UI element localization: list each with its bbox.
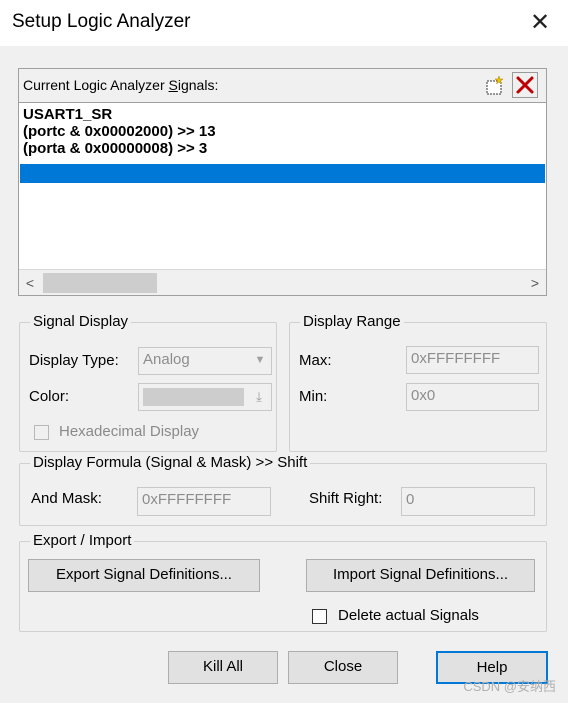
- display-formula-group: Display Formula (Signal & Mask) >> Shift…: [19, 454, 547, 526]
- export-signal-definitions-button[interactable]: Export Signal Definitions...: [28, 559, 260, 592]
- scroll-right-icon[interactable]: >: [524, 270, 546, 296]
- scroll-thumb[interactable]: [43, 273, 157, 293]
- delete-signals-label: Delete actual Signals: [338, 607, 479, 624]
- close-icon[interactable]: ✕: [526, 9, 554, 37]
- and-mask-label: And Mask:: [31, 490, 102, 507]
- display-type-value: Analog: [143, 351, 190, 368]
- display-range-group: Display Range Max: 0xFFFFFFFF Min: 0x0: [289, 313, 547, 452]
- export-import-title: Export / Import: [30, 532, 135, 550]
- hex-display-label: Hexadecimal Display: [59, 423, 200, 440]
- signal-display-title: Signal Display: [30, 313, 132, 331]
- color-select[interactable]: ⤓: [138, 383, 272, 411]
- kill-all-button[interactable]: Kill All: [168, 651, 278, 684]
- shift-right-input[interactable]: 0: [401, 487, 535, 516]
- new-signal-button[interactable]: [481, 72, 507, 98]
- import-signal-definitions-button[interactable]: Import Signal Definitions...: [306, 559, 535, 592]
- signal-item[interactable]: (porta & 0x00000008) >> 3: [23, 140, 207, 157]
- scroll-left-icon[interactable]: <: [19, 270, 41, 296]
- horizontal-scrollbar[interactable]: < >: [19, 269, 546, 295]
- color-label: Color:: [29, 388, 70, 405]
- max-input[interactable]: 0xFFFFFFFF: [406, 346, 539, 374]
- delete-signal-button[interactable]: [512, 72, 538, 98]
- signals-label: Current Logic Analyzer Signals:: [23, 77, 219, 93]
- signal-item[interactable]: (portc & 0x00002000) >> 13: [23, 123, 216, 140]
- signal-list[interactable]: USART1_SR (portc & 0x00002000) >> 13 (po…: [19, 102, 546, 269]
- title-bar: Setup Logic Analyzer ✕: [0, 0, 568, 46]
- color-swatch: [143, 388, 244, 406]
- hex-display-checkbox[interactable]: [34, 425, 49, 440]
- display-formula-title: Display Formula (Signal & Mask) >> Shift: [30, 454, 311, 472]
- and-mask-input[interactable]: 0xFFFFFFFF: [137, 487, 271, 516]
- min-input[interactable]: 0x0: [406, 383, 539, 411]
- close-button[interactable]: Close: [288, 651, 398, 684]
- signal-item-selected-empty[interactable]: [20, 164, 545, 183]
- display-type-label: Display Type:: [29, 352, 119, 369]
- chevron-down-icon: ▼: [254, 354, 266, 366]
- signals-panel: Current Logic Analyzer Signals: USART1_S…: [18, 68, 547, 296]
- delete-x-icon: [516, 76, 534, 94]
- min-label: Min:: [299, 388, 328, 405]
- color-picker-icon: ⤓: [256, 389, 262, 404]
- delete-signals-checkbox[interactable]: [312, 609, 327, 624]
- display-range-title: Display Range: [300, 313, 404, 331]
- export-import-group: Export / Import Export Signal Definition…: [19, 532, 547, 632]
- watermark: CSDN @安纳西: [463, 679, 556, 694]
- signal-item[interactable]: USART1_SR: [23, 106, 112, 123]
- max-label: Max:: [299, 352, 332, 369]
- signals-header: Current Logic Analyzer Signals:: [19, 69, 546, 101]
- new-item-icon: [486, 75, 504, 95]
- window-title: Setup Logic Analyzer: [12, 11, 191, 32]
- signal-display-group: Signal Display Display Type: Analog ▼ Co…: [19, 313, 277, 452]
- shift-right-label: Shift Right:: [309, 490, 383, 507]
- display-type-select[interactable]: Analog ▼: [138, 347, 272, 375]
